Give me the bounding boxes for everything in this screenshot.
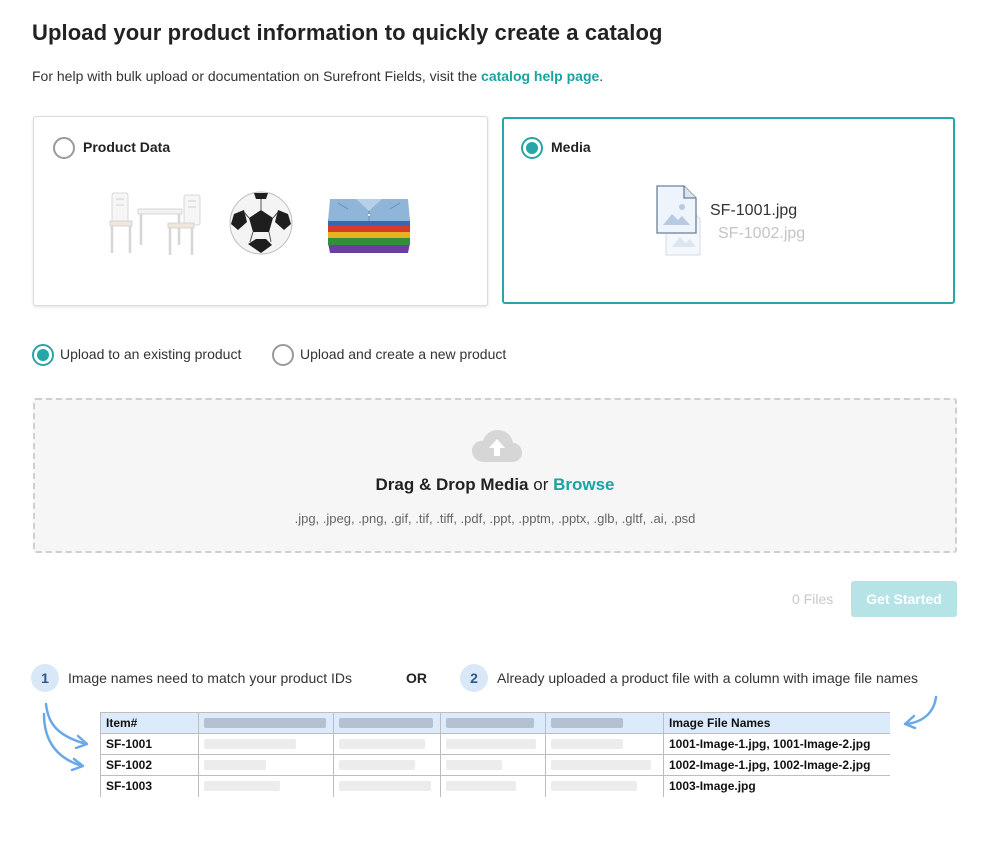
- upload-new-radio-icon[interactable]: [272, 344, 294, 366]
- cloud-upload-icon: [472, 430, 522, 462]
- media-file-primary: SF-1001.jpg: [710, 202, 798, 219]
- curved-arrow-icon: [903, 695, 938, 730]
- upload-existing-radio-icon[interactable]: [32, 344, 54, 366]
- table-row: SF-1001 1001-Image-1.jpg, 1001-Image-2.j…: [100, 733, 890, 755]
- curved-arrow-icon: [42, 702, 89, 772]
- files-count: 0 Files: [792, 591, 834, 607]
- table-header-item: Item#: [100, 712, 199, 734]
- table-header-placeholder: [545, 712, 664, 734]
- table-cell-images: 1001-Image-1.jpg, 1001-Image-2.jpg: [663, 733, 890, 755]
- chair-table-icon: [109, 192, 201, 255]
- step-1-text: Image names need to match your product I…: [68, 670, 353, 686]
- upload-existing-label[interactable]: Upload to an existing product: [60, 346, 241, 362]
- or-separator: OR: [406, 670, 427, 686]
- table-cell-item: SF-1003: [100, 775, 199, 797]
- media-file-secondary: SF-1002.jpg: [718, 225, 806, 242]
- example-table: Item# Image File Names SF-1001 1001-Imag…: [100, 712, 890, 797]
- product-data-card[interactable]: Product Data: [33, 116, 488, 306]
- help-text: For help with bulk upload or documentati…: [32, 68, 603, 84]
- step-2-badge: 2: [460, 664, 488, 692]
- table-header-placeholder: [440, 712, 546, 734]
- table-row: SF-1003 1003-Image.jpg: [100, 775, 890, 797]
- product-data-label: Product Data: [83, 139, 171, 155]
- step-2-text: Already uploaded a product file with a c…: [497, 670, 919, 686]
- media-radio-icon[interactable]: [521, 137, 543, 159]
- media-label: Media: [551, 139, 591, 155]
- table-header-placeholder: [198, 712, 334, 734]
- media-card[interactable]: Media SF-1001.jpg SF-1002.jpg: [502, 117, 955, 304]
- dropzone-drag-text: Drag & Drop Media: [375, 475, 529, 494]
- dropzone-title: Drag & Drop Media or Browse: [35, 475, 955, 495]
- page-title: Upload your product information to quick…: [32, 20, 663, 45]
- table-header-placeholder: [333, 712, 441, 734]
- help-prefix: For help with bulk upload or documentati…: [32, 68, 482, 84]
- soccer-ball-icon: [229, 191, 293, 255]
- catalog-help-link[interactable]: catalog help page: [481, 68, 599, 84]
- table-cell-images: 1003-Image.jpg: [663, 775, 890, 797]
- table-cell-images: 1002-Image-1.jpg, 1002-Image-2.jpg: [663, 754, 890, 776]
- table-cell-item: SF-1002: [100, 754, 199, 776]
- table-header-images: Image File Names: [663, 712, 890, 734]
- browse-link[interactable]: Browse: [553, 475, 614, 494]
- upload-new-label[interactable]: Upload and create a new product: [300, 346, 506, 362]
- table-row: SF-1002 1002-Image-1.jpg, 1002-Image-2.j…: [100, 754, 890, 776]
- step-1-badge: 1: [31, 664, 59, 692]
- accepted-formats: .jpg, .jpeg, .png, .gif, .tif, .tiff, .p…: [294, 511, 696, 526]
- product-data-radio-icon[interactable]: [53, 137, 75, 159]
- table-cell-item: SF-1001: [100, 733, 199, 755]
- dropzone-or-text: or: [528, 475, 554, 494]
- media-dropzone[interactable]: Drag & Drop Media or Browse .jpg, .jpeg,…: [33, 398, 957, 553]
- table-header-row: Item# Image File Names: [100, 712, 890, 734]
- image-file-icon: [656, 185, 701, 256]
- help-suffix: .: [599, 68, 604, 84]
- folded-shirts-icon: [328, 199, 410, 253]
- get-started-button[interactable]: Get Started: [851, 581, 957, 617]
